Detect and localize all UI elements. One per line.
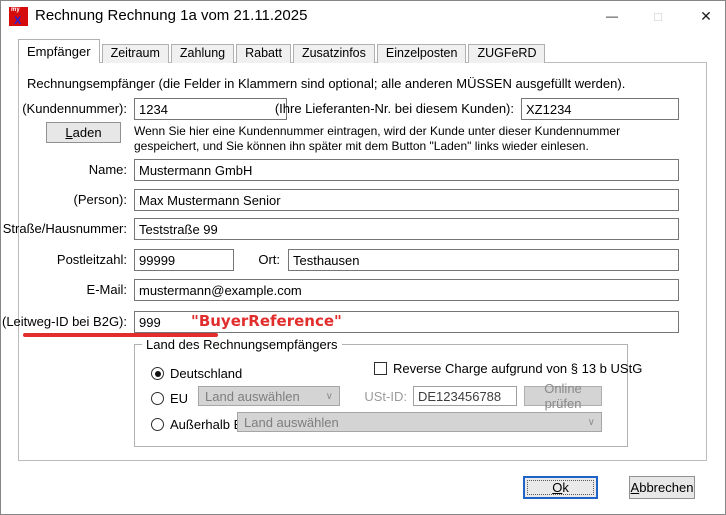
ustid-label: USt-ID: — [364, 389, 407, 404]
close-icon: ✕ — [700, 7, 712, 24]
tab-zusatzinfos[interactable]: Zusatzinfos — [292, 44, 375, 63]
radio-eu[interactable]: EU — [151, 391, 188, 406]
invoice-dialog: my X Rechnung Rechnung 1a vom 21.11.2025… — [0, 0, 726, 515]
radio-selected-icon — [151, 367, 164, 380]
radio-eu-label: EU — [170, 391, 189, 406]
checkbox-unchecked-icon — [374, 362, 387, 375]
ok-button-label: k — [562, 480, 569, 495]
strasse-input[interactable] — [134, 218, 679, 240]
radio-unselected-icon — [151, 418, 164, 431]
name-label: Name: — [88, 162, 127, 177]
ort-input[interactable] — [288, 249, 679, 271]
minimize-icon: — — [606, 9, 618, 23]
ok-button-mnemonic: O — [552, 480, 563, 495]
non-eu-country-select[interactable]: Land auswählen ∨ — [237, 412, 602, 432]
laden-button-mnemonic: L — [65, 125, 73, 140]
laden-button-label: aden — [72, 125, 102, 140]
close-button[interactable]: ✕ — [690, 1, 722, 31]
app-icon: my X — [9, 7, 28, 27]
app-icon-text-bottom: X — [14, 15, 22, 27]
tab-rabatt[interactable]: Rabatt — [236, 44, 291, 63]
person-label: (Person): — [73, 192, 127, 207]
radio-unselected-icon — [151, 392, 164, 405]
maximize-icon: □ — [654, 8, 662, 24]
eu-country-select[interactable]: Land auswählen ∨ — [198, 386, 340, 406]
country-groupbox-legend: Land des Rechnungsempfängers — [142, 337, 342, 352]
ustid-input[interactable] — [413, 386, 517, 406]
tab-bar: Empfänger Zeitraum Zahlung Rabatt Zusatz… — [18, 39, 546, 63]
laden-button[interactable]: Laden — [46, 122, 121, 143]
buyer-reference-annotation: "BuyerReference" — [191, 312, 342, 330]
lieferanten-nr-input[interactable] — [521, 98, 679, 120]
tab-zahlung[interactable]: Zahlung — [170, 44, 235, 63]
ort-label: Ort: — [258, 252, 280, 267]
laden-hint-line1: Wenn Sie hier eine Kundennummer eintrage… — [134, 124, 621, 138]
name-input[interactable] — [134, 159, 679, 181]
chevron-down-icon: ∨ — [325, 390, 333, 402]
leitweg-label: (Leitweg-ID bei B2G): — [2, 314, 127, 329]
kundennummer-label: (Kundennummer): — [22, 101, 127, 116]
eu-country-select-value: Land auswählen — [205, 388, 300, 404]
app-icon-text-top: my — [11, 7, 20, 13]
abbrechen-button-label: bbrechen — [639, 480, 694, 495]
reverse-charge-label: Reverse Charge aufgrund von § 13 b UStG — [393, 361, 643, 376]
kundennummer-input[interactable] — [134, 98, 287, 120]
ok-button[interactable]: Ok — [523, 476, 598, 499]
abbrechen-button-mnemonic: A — [630, 480, 640, 495]
laden-hint-line2: gespeichert, und Sie können ihn später m… — [134, 139, 589, 153]
strasse-label: Straße/Hausnummer: — [2, 221, 127, 236]
radio-deutschland[interactable]: Deutschland — [151, 366, 242, 381]
person-input[interactable] — [134, 189, 679, 211]
non-eu-country-select-value: Land auswählen — [244, 414, 339, 430]
tab-zeitraum[interactable]: Zeitraum — [101, 44, 169, 63]
checkbox-reverse-charge[interactable]: Reverse Charge aufgrund von § 13 b UStG — [374, 361, 642, 376]
maximize-button[interactable]: □ — [642, 1, 674, 31]
email-input[interactable] — [134, 279, 679, 301]
chevron-down-icon: ∨ — [587, 416, 595, 428]
abbrechen-button[interactable]: Abbrechen — [629, 476, 695, 499]
minimize-button[interactable]: — — [596, 1, 628, 31]
online-pruefen-label: Online prüfen — [544, 381, 582, 411]
intro-text: Rechnungsempfänger (die Felder in Klamme… — [27, 76, 626, 91]
window-title: Rechnung Rechnung 1a vom 21.11.2025 — [35, 7, 308, 24]
plz-label: Postleitzahl: — [56, 252, 127, 267]
radio-deutschland-label: Deutschland — [170, 366, 243, 381]
online-pruefen-button[interactable]: Online prüfen — [524, 381, 602, 411]
tab-einzelposten[interactable]: Einzelposten — [376, 44, 467, 63]
tab-empfaenger[interactable]: Empfänger — [18, 39, 100, 63]
tab-zugferd[interactable]: ZUGFeRD — [468, 44, 546, 63]
plz-input[interactable] — [134, 249, 234, 271]
email-label: E-Mail: — [86, 282, 127, 297]
lieferanten-nr-label: (Ihre Lieferanten-Nr. bei diesem Kunden)… — [274, 101, 514, 116]
